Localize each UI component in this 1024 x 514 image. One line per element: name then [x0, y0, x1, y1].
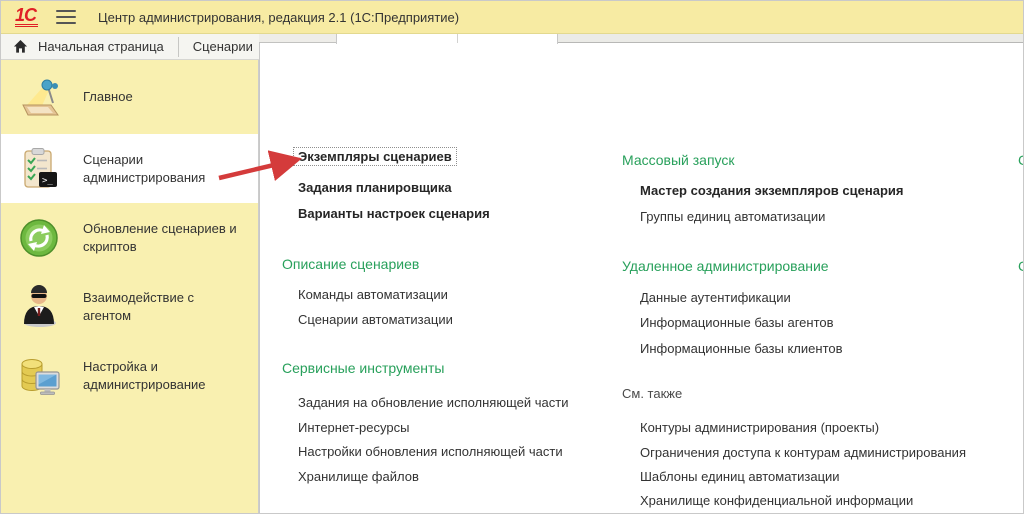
tabstrip-remnant-right [558, 34, 1024, 43]
sidebar-item-label: Сценарии администрирования [83, 151, 245, 187]
window-title: Центр администрирования, редакция 2.1 (1… [98, 10, 459, 25]
menu-link-authentication-data[interactable]: Данные аутентификации [640, 290, 791, 306]
menu-link-scenario-instances[interactable]: Экземпляры сценариев [298, 149, 457, 165]
svg-text:>_: >_ [42, 176, 53, 186]
sidebar-item-label: Настройка и администрирование [83, 358, 245, 394]
menu-section-header-clipped-1: Сл [1018, 151, 1024, 169]
menu-link-agent-infobases[interactable]: Информационные базы агентов [640, 315, 834, 331]
menu-link-administration-contours[interactable]: Контуры администрирования (проекты) [640, 420, 879, 436]
notch-divider [457, 34, 458, 43]
menu-see-also-header: См. также [622, 386, 682, 402]
home-icon [13, 39, 28, 54]
menu-link-automation-commands[interactable]: Команды автоматизации [298, 287, 448, 303]
menu-section-header-service-tools: Сервисные инструменты [282, 359, 444, 377]
sidebar-item-admin-scenarios[interactable]: >_ Сценарии администрирования [1, 134, 258, 203]
menu-section-header-clipped-2: Сл [1018, 257, 1024, 275]
menu-section-header-scenario-description: Описание сценариев [282, 255, 419, 273]
menu-link-scheduler-jobs[interactable]: Задания планировщика [298, 180, 452, 196]
database-monitor-icon [17, 353, 63, 399]
title-bar: 1С Центр администрирования, редакция 2.1… [1, 1, 1024, 34]
refresh-icon [17, 215, 63, 261]
sidebar-item-label: Главное [83, 88, 245, 106]
1c-logo-icon: 1С [15, 7, 38, 27]
sidebar-item-label: Взаимодействие с агентом [83, 289, 245, 325]
application-window: 1С Центр администрирования, редакция 2.1… [0, 0, 1024, 514]
menu-section-header-mass-launch: Массовый запуск [622, 151, 735, 169]
menu-link-contour-access-restrictions[interactable]: Ограничения доступа к контурам администр… [640, 445, 966, 461]
menu-link-file-storage[interactable]: Хранилище файлов [298, 469, 419, 485]
projector-icon [17, 74, 63, 120]
menu-link-confidential-info-storage[interactable]: Хранилище конфиденциальной информации [640, 493, 913, 509]
tabstrip-remnant-left [259, 34, 336, 43]
menu-link-scenario-instance-wizard[interactable]: Мастер создания экземпляров сценария [640, 183, 903, 199]
menu-link-client-infobases[interactable]: Информационные базы клиентов [640, 341, 843, 357]
sidebar-item-main[interactable]: Главное [1, 60, 258, 134]
menu-link-automation-unit-templates[interactable]: Шаблоны единиц автоматизации [640, 469, 840, 485]
menu-section-header-remote-administration: Удаленное администрирование [622, 257, 829, 275]
main-menu-hamburger-icon[interactable] [56, 10, 76, 24]
sidebar-item-settings-administration[interactable]: Настройка и администрирование [1, 341, 258, 410]
menu-link-internet-resources[interactable]: Интернет-ресурсы [298, 420, 409, 436]
sidebar-item-label: Обновление сценариев и скриптов [83, 220, 245, 256]
menu-link-automation-scenarios[interactable]: Сценарии автоматизации [298, 312, 453, 328]
tab-scenarios[interactable]: Сценарии [179, 34, 267, 59]
function-menu-panel: Экземпляры сценариев Задания планировщик… [259, 42, 1024, 514]
checklist-terminal-icon: >_ [17, 146, 63, 192]
menu-link-executor-update-settings[interactable]: Настройки обновления исполняющей части [298, 444, 563, 460]
menu-link-scenario-setting-variants[interactable]: Варианты настроек сценария [298, 206, 490, 222]
tab-home-label: Начальная страница [38, 39, 164, 54]
sidebar: Главное >_ Сценарии администрирования [1, 60, 259, 514]
focus-rectangle: Экземпляры сценариев [293, 147, 457, 166]
menu-link-executor-update-jobs[interactable]: Задания на обновление исполняющей части [298, 395, 568, 411]
open-menu-notch [336, 34, 558, 44]
sidebar-item-agent-interaction[interactable]: Взаимодействие с агентом [1, 272, 258, 341]
tab-home-page[interactable]: Начальная страница [1, 34, 178, 59]
tab-scenarios-label: Сценарии [193, 39, 253, 54]
sidebar-item-script-updates[interactable]: Обновление сценариев и скриптов [1, 203, 258, 272]
menu-link-automation-unit-groups[interactable]: Группы единиц автоматизации [640, 209, 825, 225]
agent-icon [17, 284, 63, 330]
